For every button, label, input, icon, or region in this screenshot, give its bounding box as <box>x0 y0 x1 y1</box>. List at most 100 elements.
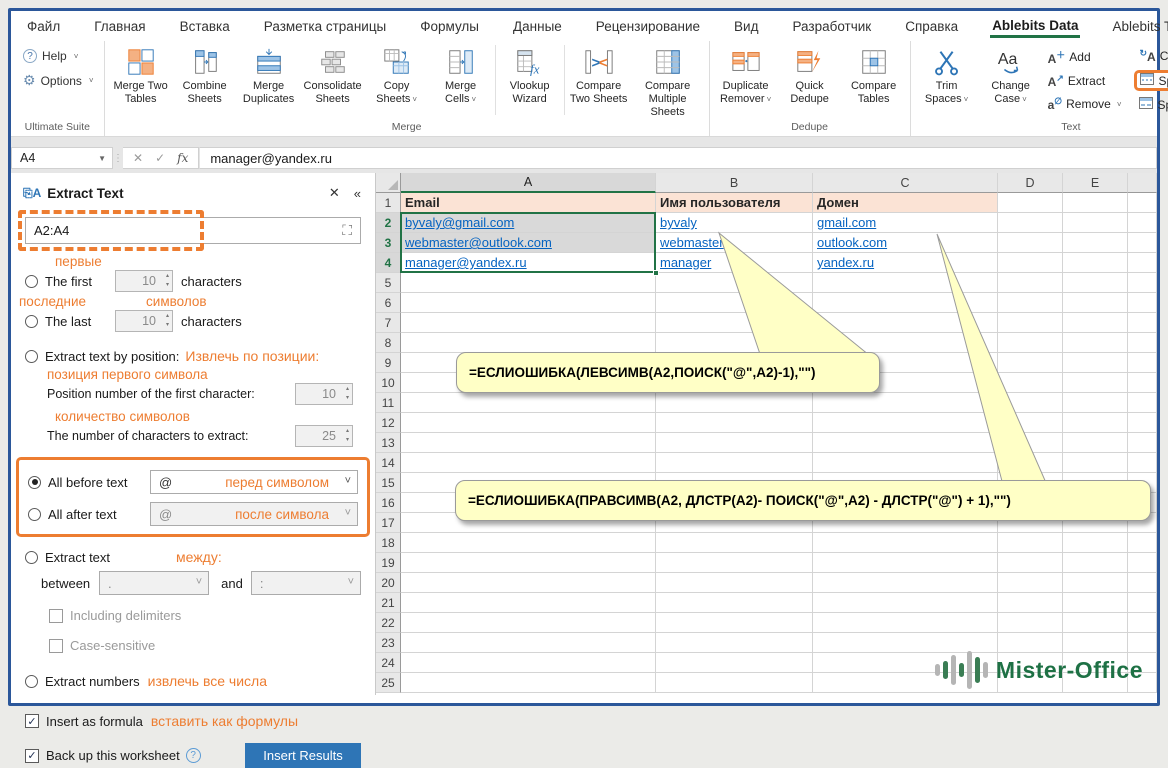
cell-B5[interactable] <box>656 273 813 293</box>
cell-E19[interactable] <box>1063 553 1128 573</box>
cell-E9[interactable] <box>1063 353 1128 373</box>
cell-D4[interactable] <box>998 253 1063 273</box>
cell-D12[interactable] <box>998 413 1063 433</box>
radio-the-first[interactable] <box>25 275 38 288</box>
help-button[interactable]: ?Help˅ <box>23 49 94 63</box>
cell-E20[interactable] <box>1063 573 1128 593</box>
cell-link-B4[interactable]: manager <box>660 255 711 270</box>
cell-partial-2[interactable] <box>1128 213 1157 233</box>
cell-partial-20[interactable] <box>1128 573 1157 593</box>
tab-review[interactable]: Рецензирование <box>594 15 702 38</box>
cell-A21[interactable] <box>401 593 656 613</box>
cell-B19[interactable] <box>656 553 813 573</box>
and-combo[interactable]: : <box>251 571 361 595</box>
insert-function-icon[interactable]: fx <box>177 151 188 165</box>
cell-A7[interactable] <box>401 313 656 333</box>
tab-view[interactable]: Вид <box>732 15 760 38</box>
row-header-17[interactable]: 17 <box>376 513 401 533</box>
cell-D20[interactable] <box>998 573 1063 593</box>
cell-link-A4[interactable]: manager@yandex.ru <box>405 255 527 270</box>
row-header-3[interactable]: 3 <box>376 233 401 253</box>
before-text-combo[interactable]: @перед символом <box>150 470 358 494</box>
radio-extract-by-position[interactable] <box>25 350 38 363</box>
row-header-18[interactable]: 18 <box>376 533 401 553</box>
cell-A8[interactable] <box>401 333 656 353</box>
merge-cells-button[interactable]: Merge Cells˅ <box>429 41 493 106</box>
cell-link-C4[interactable]: yandex.ru <box>817 255 874 270</box>
cell-D19[interactable] <box>998 553 1063 573</box>
select-all-corner[interactable] <box>376 173 401 193</box>
cell-B3[interactable]: webmaster <box>656 233 813 253</box>
column-header-D[interactable]: D <box>998 173 1063 193</box>
tab-ablebits-tools[interactable]: Ablebits Tools <box>1110 15 1168 38</box>
convert-button[interactable]: ↻AConvert <box>1134 47 1168 65</box>
cell-D8[interactable] <box>998 333 1063 353</box>
tab-developer[interactable]: Разработчик <box>790 15 873 38</box>
cell-C5[interactable] <box>813 273 998 293</box>
cell-B23[interactable] <box>656 633 813 653</box>
compare-multiple-sheets-button[interactable]: Compare Multiple Sheets <box>631 41 705 119</box>
cell-C13[interactable] <box>813 433 998 453</box>
cell-A22[interactable] <box>401 613 656 633</box>
cell-partial-12[interactable] <box>1128 413 1157 433</box>
tab-insert[interactable]: Вставка <box>178 15 232 38</box>
row-header-1[interactable]: 1 <box>376 193 401 213</box>
cell-E23[interactable] <box>1063 633 1128 653</box>
radio-all-after-text[interactable] <box>28 508 41 521</box>
row-header-22[interactable]: 22 <box>376 613 401 633</box>
split-names-button[interactable]: Split Names <box>1134 96 1168 113</box>
cell-C6[interactable] <box>813 293 998 313</box>
cell-partial-5[interactable] <box>1128 273 1157 293</box>
cell-C21[interactable] <box>813 593 998 613</box>
position-number-spinner[interactable]: 10 <box>295 383 353 405</box>
add-text-button[interactable]: A＋Add <box>1043 47 1127 67</box>
cell-link-C2[interactable]: gmail.com <box>817 215 876 230</box>
cell-E1[interactable] <box>1063 193 1128 213</box>
duplicate-remover-button[interactable]: Duplicate Remover˅ <box>714 41 778 106</box>
tab-ablebits-data[interactable]: Ablebits Data <box>990 14 1080 38</box>
row-header-25[interactable]: 25 <box>376 673 401 693</box>
cell-A23[interactable] <box>401 633 656 653</box>
cell-E2[interactable] <box>1063 213 1128 233</box>
cell-A1[interactable]: Email <box>401 193 656 213</box>
cell-E3[interactable] <box>1063 233 1128 253</box>
last-count-spinner[interactable]: 10 <box>115 310 173 332</box>
cell-D9[interactable] <box>998 353 1063 373</box>
name-box[interactable]: A4▼ <box>11 147 113 169</box>
cell-B4[interactable]: manager <box>656 253 813 273</box>
cell-partial-1[interactable] <box>1128 193 1157 213</box>
row-header-9[interactable]: 9 <box>376 353 401 373</box>
cell-A11[interactable] <box>401 393 656 413</box>
column-header-C[interactable]: C <box>813 173 998 193</box>
insert-results-button[interactable]: Insert Results <box>245 743 361 768</box>
compare-tables-button[interactable]: Compare Tables <box>842 41 906 106</box>
cell-partial-18[interactable] <box>1128 533 1157 553</box>
row-header-2[interactable]: 2 <box>376 213 401 233</box>
cell-E21[interactable] <box>1063 593 1128 613</box>
cell-B1[interactable]: Имя пользователя <box>656 193 813 213</box>
including-delimiters-checkbox[interactable] <box>49 609 63 623</box>
cell-A25[interactable] <box>401 673 656 693</box>
vlookup-wizard-button[interactable]: fx Vlookup Wizard <box>498 41 562 106</box>
row-header-7[interactable]: 7 <box>376 313 401 333</box>
cell-B7[interactable] <box>656 313 813 333</box>
cell-A13[interactable] <box>401 433 656 453</box>
cell-B14[interactable] <box>656 453 813 473</box>
cell-B21[interactable] <box>656 593 813 613</box>
options-button[interactable]: ⚙Options˅ <box>23 72 94 89</box>
cell-C19[interactable] <box>813 553 998 573</box>
cell-C20[interactable] <box>813 573 998 593</box>
formula-input[interactable]: manager@yandex.ru <box>199 147 1157 169</box>
compare-two-sheets-button[interactable]: >< Compare Two Sheets <box>567 41 631 106</box>
cell-partial-9[interactable] <box>1128 353 1157 373</box>
backup-worksheet-checkbox[interactable]: ✓ <box>25 749 39 763</box>
column-header-B[interactable]: B <box>656 173 813 193</box>
cell-D21[interactable] <box>998 593 1063 613</box>
tab-page-layout[interactable]: Разметка страницы <box>262 15 388 38</box>
cell-A6[interactable] <box>401 293 656 313</box>
column-header-A[interactable]: A <box>401 173 656 193</box>
cell-B13[interactable] <box>656 433 813 453</box>
trim-spaces-button[interactable]: Trim Spaces˅ <box>915 41 979 106</box>
cell-C14[interactable] <box>813 453 998 473</box>
cell-D6[interactable] <box>998 293 1063 313</box>
